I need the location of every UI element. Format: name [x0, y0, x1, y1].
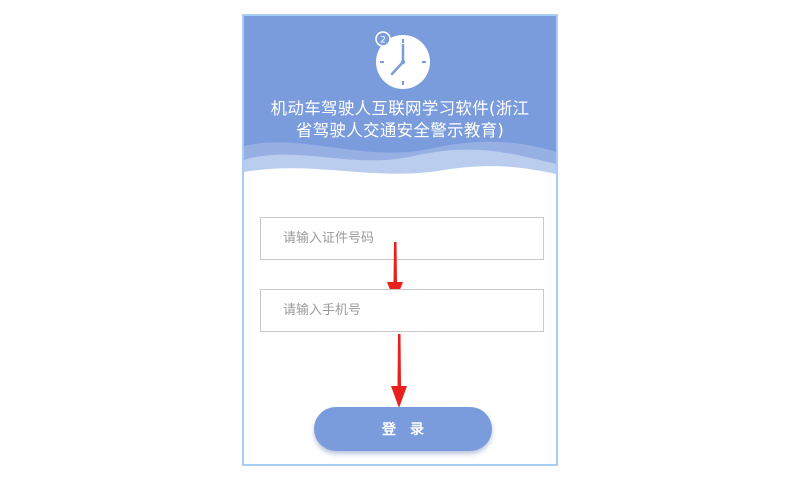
- login-button[interactable]: 登录: [314, 407, 492, 451]
- phone-number-input[interactable]: [261, 290, 543, 331]
- app-frame: 2 机动车驾驶人互联网学习软件(浙江 省驾驶人交通安全警示教育) 登录: [242, 14, 558, 466]
- down-arrow-icon: [391, 334, 407, 408]
- app-title: 机动车驾驶人互联网学习软件(浙江 省驾驶人交通安全警示教育): [254, 98, 546, 142]
- clock-badge: 2: [380, 36, 386, 46]
- app-title-line-1: 机动车驾驶人互联网学习软件(浙江: [270, 99, 530, 118]
- phone-number-field[interactable]: [260, 289, 544, 332]
- clock-icon: 2: [375, 31, 430, 89]
- header-banner: 2 机动车驾驶人互联网学习软件(浙江 省驾驶人交通安全警示教育): [244, 16, 556, 182]
- app-title-line-2: 省驾驶人交通安全警示教育): [295, 121, 505, 140]
